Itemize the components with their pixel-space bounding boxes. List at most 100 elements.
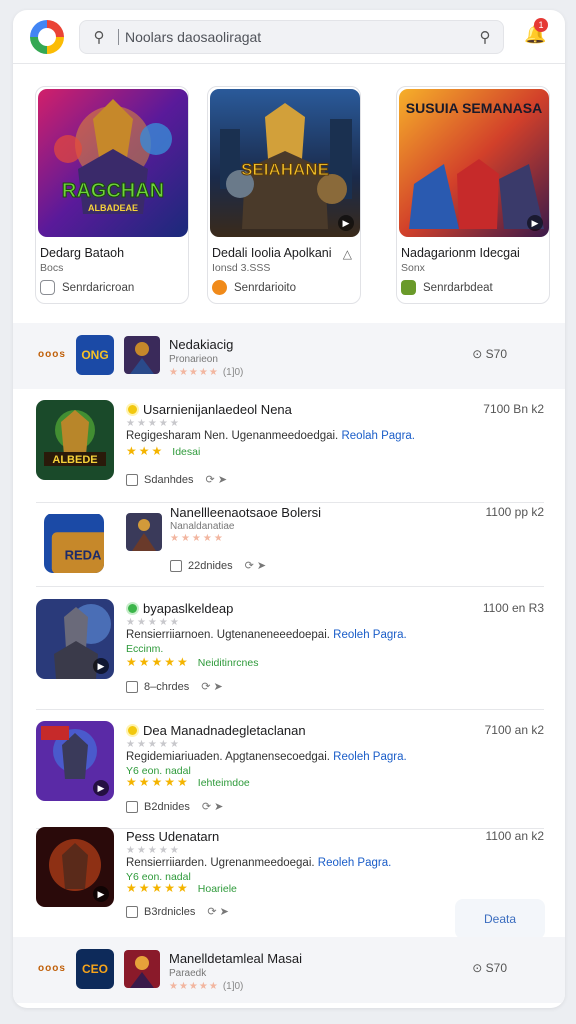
app-screen: ⚲ ⚲ 🔔 1 bbox=[13, 10, 565, 1008]
art-title: SEIAHANE bbox=[241, 160, 329, 179]
app-meta: 1100 pp k2 bbox=[485, 505, 545, 519]
download-count: 22dnides bbox=[188, 559, 233, 572]
ad-subtitle: Pronarieon bbox=[169, 354, 218, 365]
list-item[interactable]: ALBEDE Usarnienijanlaedeol Nena 7100 Bn … bbox=[36, 400, 544, 503]
rating-placeholder: ★★★★★ bbox=[126, 845, 181, 856]
ad-brand-logo: CEO bbox=[76, 949, 114, 989]
play-corner-icon: ▶ bbox=[338, 215, 354, 231]
star-rating: ★★★★★ bbox=[170, 533, 225, 544]
rating-placeholder: ★★★★★ bbox=[126, 739, 181, 750]
app-meta: 1100 en R3 bbox=[482, 601, 544, 615]
verified-badge-icon bbox=[126, 724, 139, 737]
app-description: Rensierriiarden. Ugrenanmeedoegai. Reole… bbox=[126, 857, 391, 869]
ad-title: Nedakiacig bbox=[169, 337, 234, 352]
app-thumbnail: REDA bbox=[44, 513, 104, 573]
rating-label: Hoariele bbox=[197, 883, 237, 895]
read-more-link[interactable]: Reolah Pagra. bbox=[341, 430, 415, 442]
star-rating: ★★★★★ Iehteimdoe bbox=[126, 775, 250, 789]
ad-rating: ★★★★★ (1]0) bbox=[169, 981, 244, 992]
ad-rating-count: (1]0) bbox=[222, 367, 244, 378]
rating-placeholder: ★★★★★ bbox=[126, 617, 181, 628]
search-icon[interactable]: ⚲ bbox=[80, 28, 118, 46]
featured-game-art: SUSUIA SEMANASA ▶ bbox=[399, 89, 549, 237]
list-item[interactable]: REDA Nanellleenaotsaoe Bolersi 1100 pp k… bbox=[36, 503, 544, 587]
featured-title: Nadagarionm Idecgai bbox=[401, 246, 520, 260]
list-item[interactable]: ▶ byapaslkeldeap 1100 en R3 ★★★★★ Rensie… bbox=[36, 599, 544, 710]
read-more-link[interactable]: Reoleh Pagra. bbox=[318, 857, 392, 869]
download-icon bbox=[170, 559, 182, 572]
app-description-text: Regigesharam Nen. Ugenanmeedoedgai. bbox=[126, 430, 339, 442]
featured-action-label: Senrdaricroan bbox=[62, 281, 135, 294]
search-caret bbox=[118, 29, 119, 45]
download-icon bbox=[126, 800, 138, 813]
show-more-button[interactable]: Deata bbox=[455, 899, 545, 939]
ad-subtitle: Paraedk bbox=[169, 968, 207, 979]
share-icon[interactable]: ⟳ ➤ bbox=[245, 559, 267, 572]
search-input[interactable] bbox=[125, 29, 467, 45]
featured-card[interactable]: SUSUIA SEMANASA ▶ Nadagarionm Idecgai So… bbox=[396, 86, 550, 304]
share-icon[interactable]: ⟳ ➤ bbox=[207, 905, 229, 918]
sponsored-banner[interactable]: ooos CEO Manelldetamleal Masai Paraedk ★… bbox=[13, 937, 565, 1003]
featured-card[interactable]: SEIAHANE ▶ Dedali Ioolia Apolkani △ Ions… bbox=[207, 86, 361, 304]
app-description: Regigesharam Nen. Ugenanmeedoedgai. Reol… bbox=[126, 430, 415, 442]
download-icon bbox=[126, 473, 138, 486]
svg-text:REDA: REDA bbox=[65, 548, 102, 563]
featured-action-button[interactable]: Senrdarioito bbox=[212, 280, 296, 295]
verified-badge-icon bbox=[126, 403, 139, 416]
app-thumbnail: ▶ bbox=[36, 599, 114, 679]
read-more-link[interactable]: Reoleh Pagra. bbox=[333, 751, 407, 763]
ad-game-thumbnail bbox=[124, 950, 160, 988]
app-actions: Sdanhdes ⟳ ➤ bbox=[126, 473, 227, 486]
svg-text:ALBEDE: ALBEDE bbox=[52, 454, 97, 466]
bell-icon[interactable]: △ bbox=[343, 247, 352, 261]
ad-game-thumbnail bbox=[124, 336, 160, 374]
rating-label: Iehteimdoe bbox=[197, 777, 250, 789]
verified-badge-icon bbox=[126, 602, 139, 615]
app-thumbnail: ▶ bbox=[36, 827, 114, 907]
app-thumbnail: ALBEDE bbox=[36, 400, 114, 480]
sponsored-banner[interactable]: ooos ONG Nedakiacig Pronarieon ★★★★★ (1]0… bbox=[13, 323, 565, 389]
ad-brand-logo: ONG bbox=[76, 335, 114, 375]
coin-icon bbox=[212, 280, 227, 295]
share-icon[interactable]: ⟳ ➤ bbox=[202, 800, 224, 813]
rating-label: Idesai bbox=[172, 446, 201, 458]
featured-action-button[interactable]: Senrdaricroan bbox=[40, 280, 134, 295]
ad-label: ooos bbox=[38, 963, 66, 974]
play-corner-icon: ▶ bbox=[527, 215, 543, 231]
notification-badge: 1 bbox=[534, 18, 548, 32]
send-icon bbox=[40, 280, 55, 295]
notification-bell-icon[interactable]: 🔔 1 bbox=[524, 18, 548, 48]
app-description-text: Rensierriiarden. Ugrenanmeedoegai. bbox=[126, 857, 315, 869]
ad-rating-count: (1]0) bbox=[222, 981, 244, 992]
art-title: SUSUIA SEMANASA bbox=[406, 100, 542, 116]
ad-price[interactable]: ⊙ S70 bbox=[472, 347, 507, 361]
download-count: Sdanhdes bbox=[144, 473, 194, 486]
app-actions: B2dnides ⟳ ➤ bbox=[126, 800, 223, 813]
play-corner-icon: ▶ bbox=[93, 886, 109, 902]
ad-price[interactable]: ⊙ S70 bbox=[472, 961, 507, 975]
search-bar[interactable]: ⚲ ⚲ bbox=[79, 20, 504, 54]
app-logo[interactable] bbox=[30, 20, 64, 54]
star-rating: ★★★ Idesai bbox=[126, 444, 200, 458]
app-title-text: byapaslkeldeap bbox=[143, 601, 234, 616]
art-title: RAGCHAN bbox=[62, 180, 164, 202]
download-count: B2dnides bbox=[144, 800, 190, 813]
app-actions: 8‒chrdes ⟳ ➤ bbox=[126, 680, 223, 693]
star-rating: ★★★★★ Hoariele bbox=[126, 881, 237, 895]
search-submit-icon[interactable]: ⚲ bbox=[467, 28, 503, 46]
list-item[interactable]: ▶ Dea Manadnadegletaclanan 7100 an k2 ★★… bbox=[36, 721, 544, 829]
featured-card[interactable]: RAGCHAN ALBADEAE Dedarg Bataoh Bocs Senr… bbox=[35, 86, 189, 304]
share-icon[interactable]: ⟳ ➤ bbox=[206, 473, 228, 486]
download-count: 8‒chrdes bbox=[144, 680, 190, 693]
featured-action-button[interactable]: Senrdarbdeat bbox=[401, 280, 493, 295]
featured-title: Dedali Ioolia Apolkani bbox=[212, 246, 332, 260]
share-icon[interactable]: ⟳ ➤ bbox=[201, 680, 223, 693]
featured-game-art: RAGCHAN ALBADEAE bbox=[38, 89, 188, 237]
app-title: Pess Udenatarn bbox=[126, 829, 220, 844]
app-title-text: Dea Manadnadegletaclanan bbox=[143, 723, 306, 738]
game-thumbnail bbox=[126, 513, 162, 551]
read-more-link[interactable]: Reoleh Pagra. bbox=[333, 629, 407, 641]
app-subtitle: Nanaldanatiae bbox=[170, 521, 235, 532]
app-mini-icon bbox=[401, 280, 416, 295]
app-actions: 22dnides ⟳ ➤ bbox=[170, 559, 266, 572]
